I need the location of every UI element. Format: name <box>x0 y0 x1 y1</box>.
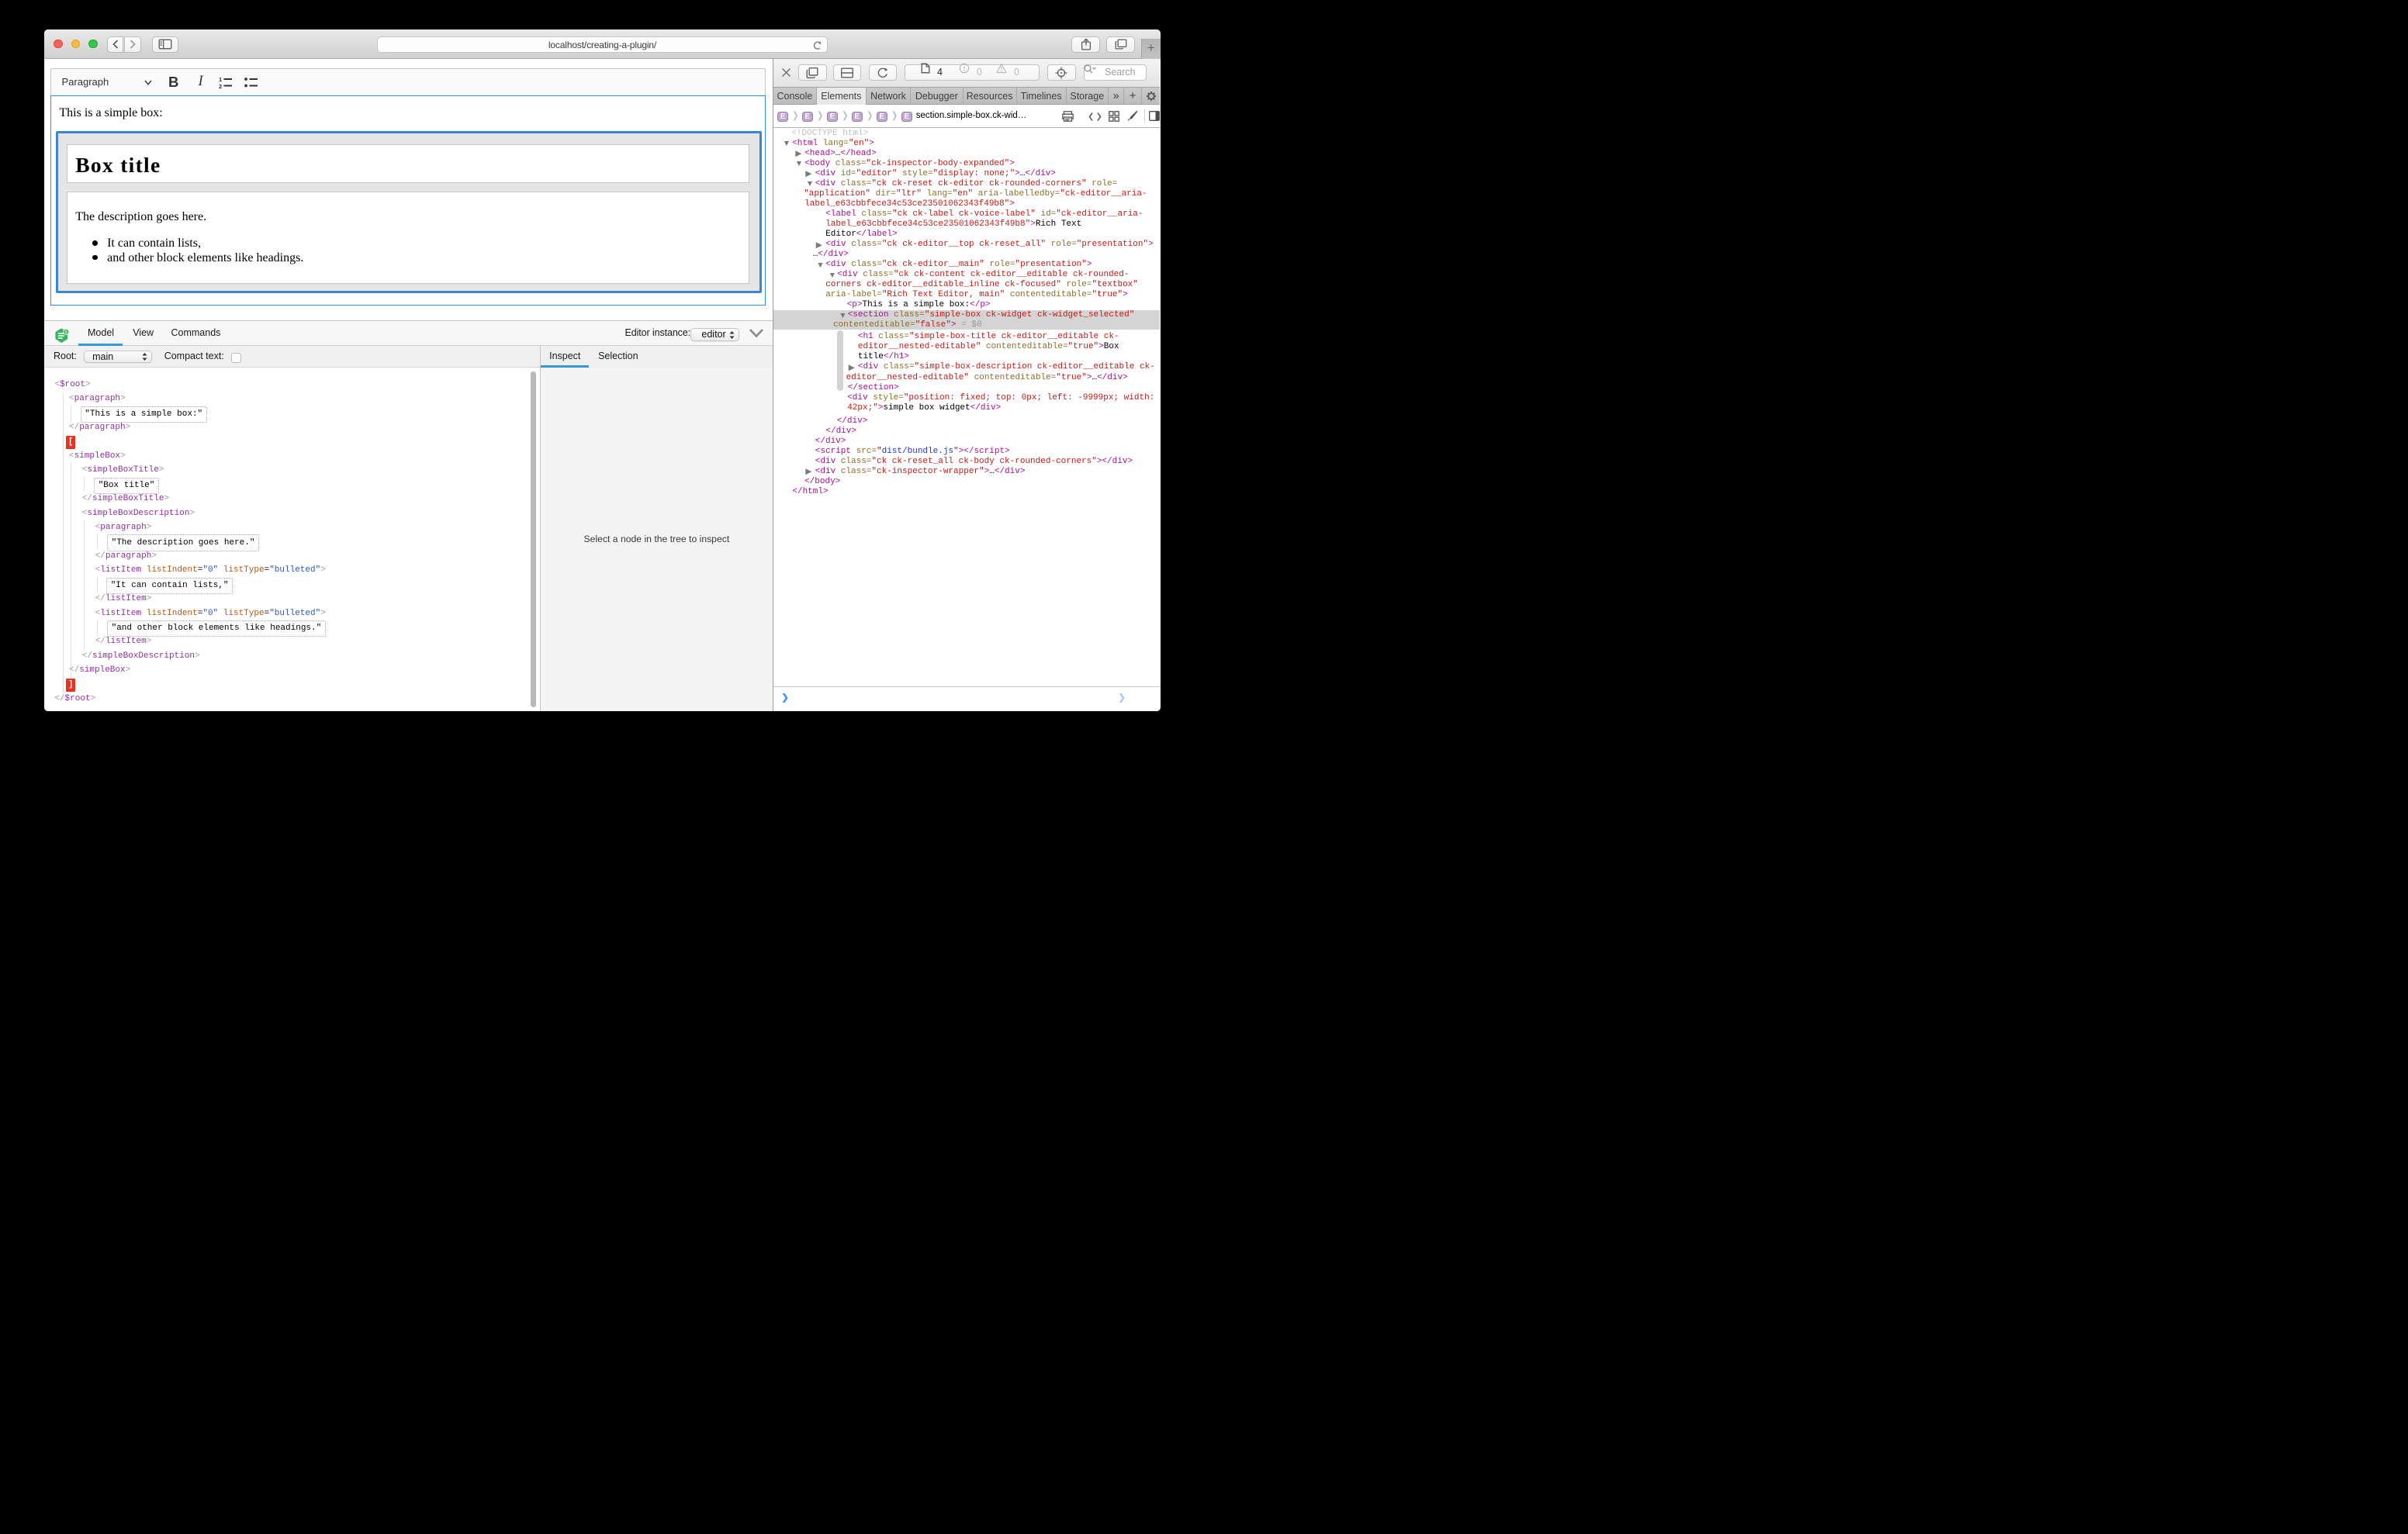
svg-text:2: 2 <box>219 83 222 89</box>
svg-text:1: 1 <box>219 76 222 83</box>
